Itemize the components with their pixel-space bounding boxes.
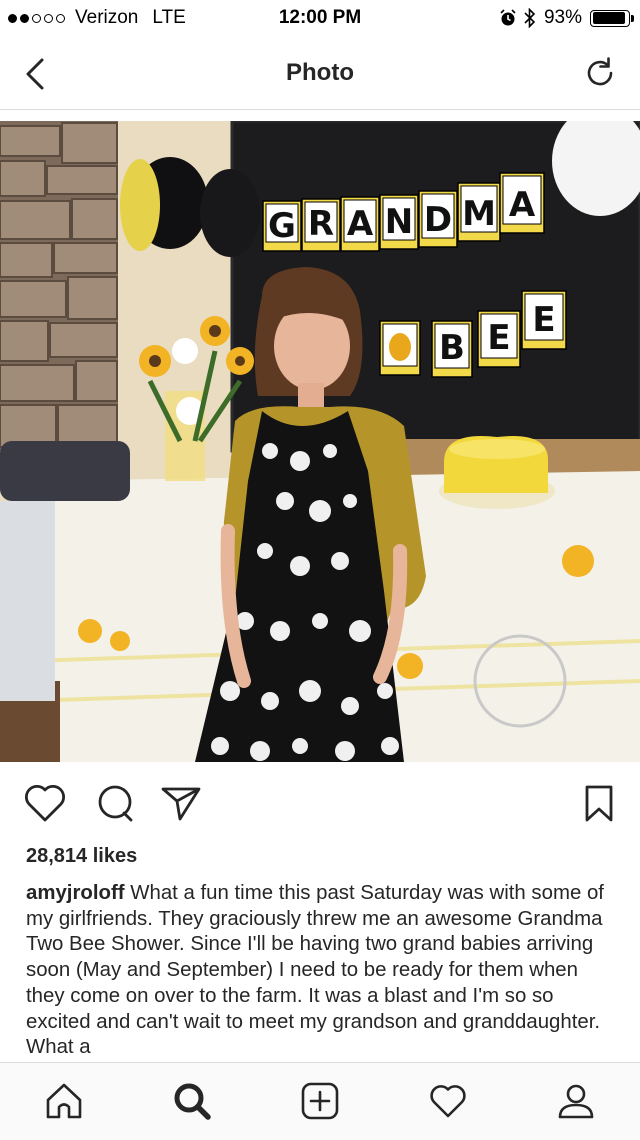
photo-image: GRA NDM A BEE — [0, 121, 640, 762]
nav-bar: Photo — [0, 38, 640, 110]
svg-text:E: E — [487, 318, 510, 358]
bluetooth-icon — [524, 8, 536, 28]
svg-text:M: M — [462, 194, 496, 234]
post-actions — [0, 780, 640, 830]
tab-bar — [0, 1062, 640, 1140]
bookmark-icon[interactable] — [576, 780, 622, 826]
svg-text:B: B — [439, 328, 465, 368]
status-bar: Verizon LTE 12:00 PM 93% — [0, 0, 640, 38]
status-right: 93% — [500, 7, 634, 29]
post-caption: amyjroloff What a fun time this past Sat… — [26, 881, 618, 1061]
home-icon[interactable] — [43, 1080, 85, 1122]
like-heart-icon[interactable] — [22, 780, 68, 826]
search-icon[interactable] — [171, 1080, 213, 1122]
svg-text:D: D — [424, 200, 452, 240]
battery-level — [592, 12, 626, 24]
svg-text:R: R — [308, 204, 334, 244]
svg-text:A: A — [347, 204, 374, 244]
heart-icon[interactable] — [427, 1080, 469, 1122]
battery-percent: 93% — [543, 7, 582, 28]
battery-icon — [590, 9, 634, 27]
add-icon[interactable] — [299, 1080, 341, 1122]
comment-icon[interactable] — [93, 780, 139, 826]
post-photo[interactable]: GRA NDM A BEE — [0, 121, 640, 762]
alarm-icon — [500, 9, 516, 26]
likes-count[interactable]: 28,814 likes — [26, 845, 137, 868]
caption-text: What a fun time this past Saturday was w… — [26, 882, 604, 1059]
profile-icon[interactable] — [555, 1080, 597, 1122]
refresh-icon[interactable] — [582, 55, 618, 91]
svg-text:G: G — [268, 206, 296, 246]
svg-text:N: N — [385, 202, 413, 242]
svg-text:E: E — [532, 300, 555, 340]
share-icon[interactable] — [158, 780, 204, 826]
caption-username[interactable]: amyjroloff — [26, 882, 125, 904]
page-title: Photo — [286, 59, 354, 86]
svg-text:A: A — [509, 185, 536, 225]
